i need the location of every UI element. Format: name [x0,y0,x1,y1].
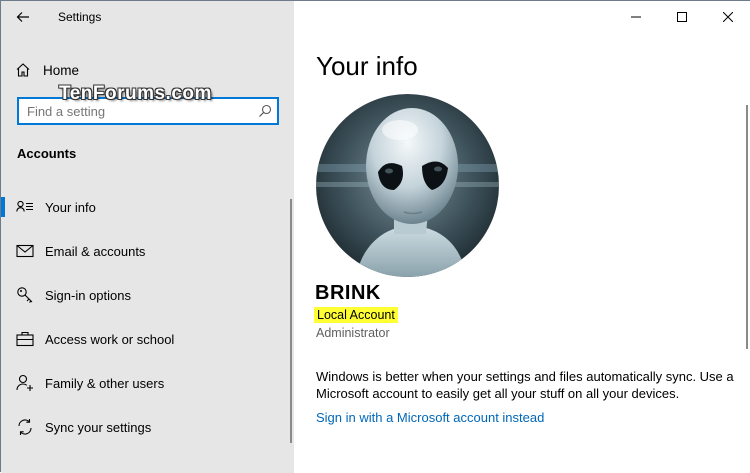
sidebar-item-access-work-school[interactable]: Access work or school [1,317,294,361]
sidebar-item-sync-settings[interactable]: Sync your settings [1,405,294,449]
main-content: Your info BRINK Local Account Administra… [294,1,750,473]
page-title: Your info [316,51,418,81]
person-add-icon [16,374,34,392]
sync-description: Windows is better when your settings and… [316,369,734,401]
home-icon [16,63,30,77]
mail-icon [16,242,34,260]
close-button[interactable] [705,1,750,33]
user-name: BRINK [315,282,381,304]
maximize-button[interactable] [659,1,705,33]
back-button[interactable] [11,6,35,28]
sidebar: Settings Home Find a setting TenForums.c… [1,1,294,473]
home-nav-item[interactable]: Home [15,59,79,81]
account-role: Administrator [316,326,390,340]
main-scrollbar[interactable] [746,105,748,349]
search-input[interactable]: Find a setting [27,104,105,119]
sidebar-nav: Your info Email & accounts Sign-in optio… [1,185,294,449]
search-icon[interactable] [257,103,273,119]
window-controls [613,1,750,33]
sign-in-microsoft-link[interactable]: Sign in with a Microsoft account instead [316,410,544,425]
key-icon [16,286,34,304]
sidebar-item-label: Sync your settings [45,419,152,435]
avatar[interactable] [316,94,499,277]
settings-window: Settings Home Find a setting TenForums.c… [0,0,750,473]
sidebar-item-sign-in-options[interactable]: Sign-in options [1,273,294,317]
sidebar-item-label: Access work or school [45,331,175,347]
active-indicator [1,197,5,217]
back-arrow-icon [16,12,29,22]
home-label: Home [43,62,80,78]
sidebar-item-label: Sign-in options [45,287,131,303]
watermark: TenForums.com [59,83,212,104]
person-card-icon [16,198,34,216]
sidebar-item-label: Email & accounts [45,243,146,259]
account-type: Local Account [314,307,398,323]
sidebar-item-label: Family & other users [45,375,165,391]
sidebar-scrollbar[interactable] [290,199,292,443]
close-icon [723,12,733,22]
app-title: Settings [58,10,102,24]
sidebar-item-email-accounts[interactable]: Email & accounts [1,229,294,273]
maximize-icon [677,12,687,22]
section-title: Accounts [17,146,77,161]
sidebar-item-family-other-users[interactable]: Family & other users [1,361,294,405]
briefcase-icon [16,330,34,348]
sync-icon [16,418,34,436]
alien-avatar-image [316,94,499,277]
title-bar: Settings [1,1,294,33]
sidebar-item-your-info[interactable]: Your info [1,185,294,229]
minimize-button[interactable] [613,1,659,33]
minimize-icon [631,16,641,18]
sidebar-item-label: Your info [45,199,96,215]
